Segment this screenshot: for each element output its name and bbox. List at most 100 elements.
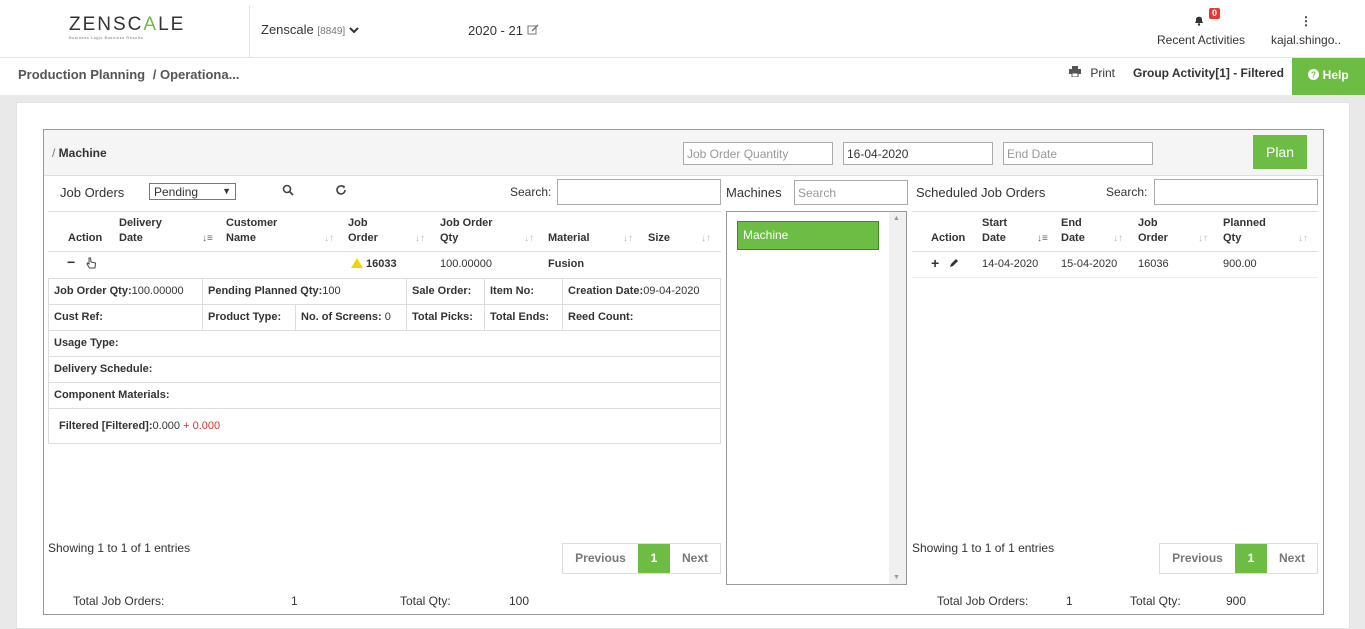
- col-customer-name[interactable]: Customer Name: [226, 216, 277, 246]
- search-icon[interactable]: [282, 184, 294, 199]
- col-job-order[interactable]: Job Order: [1138, 216, 1168, 246]
- job-orders-pagination: Previous 1 Next: [562, 543, 721, 574]
- col-end-date[interactable]: End Date: [1061, 216, 1085, 246]
- status-select[interactable]: Pending ▼: [149, 183, 236, 200]
- panel-title: / Machine: [52, 146, 107, 160]
- help-button[interactable]: ? Help: [1292, 58, 1365, 95]
- refresh-icon[interactable]: [335, 184, 347, 199]
- pencil-icon[interactable]: [949, 258, 959, 271]
- sort-desc-icon[interactable]: ↓≡: [202, 233, 213, 244]
- breadcrumb: Production Planning / Operationa...: [18, 67, 239, 82]
- job-order-qty-cell: 100.00000: [440, 258, 492, 270]
- scroll-up-icon[interactable]: ▲: [893, 215, 900, 222]
- page-1-button[interactable]: 1: [1235, 544, 1267, 573]
- sort-icon[interactable]: ↓↑: [524, 233, 534, 244]
- hand-pointer-icon[interactable]: [86, 257, 97, 272]
- scheduled-pagination: Previous 1 Next: [1159, 543, 1318, 574]
- divider: [720, 278, 721, 444]
- scheduled-showing: Showing 1 to 1 of 1 entries: [912, 541, 1055, 555]
- planned-qty-cell: 900.00: [1223, 258, 1257, 270]
- detail-product-type: Product Type:: [208, 311, 282, 323]
- kebab-menu-icon[interactable]: ⋮: [1300, 14, 1312, 28]
- start-date-cell: 14-04-2020: [982, 258, 1039, 270]
- col-action: Action: [68, 232, 103, 244]
- logo-tagline: Business Logic Business Results: [69, 35, 144, 40]
- sort-icon[interactable]: ↓↑: [1198, 233, 1208, 244]
- sort-icon[interactable]: ↓↑: [1113, 233, 1123, 244]
- machines-scrollbar[interactable]: ▲ ▼: [889, 212, 906, 584]
- year-selector[interactable]: 2020 - 21: [468, 23, 539, 38]
- previous-button[interactable]: Previous: [1160, 544, 1235, 573]
- user-name[interactable]: kajal.shingo..: [1271, 33, 1341, 47]
- col-delivery-date[interactable]: Delivery Date: [119, 216, 162, 246]
- col-size[interactable]: Size: [648, 231, 670, 246]
- print-button[interactable]: Print: [1069, 66, 1115, 80]
- divider: [48, 304, 721, 305]
- group-activity[interactable]: Group Activity[1] - Filtered: [1133, 66, 1284, 80]
- detail-usage-type: Usage Type:: [54, 337, 119, 349]
- top-bar: ZENSCALE Business Logic Business Results…: [0, 0, 1365, 58]
- detail-creation-date: Creation Date:09-04-2020: [568, 285, 700, 297]
- sort-icon[interactable]: ↓↑: [415, 233, 425, 244]
- col-planned-qty[interactable]: Planned Qty: [1223, 216, 1266, 246]
- divider: [48, 382, 721, 383]
- sort-icon[interactable]: ↓↑: [324, 233, 334, 244]
- divider: [48, 443, 721, 444]
- previous-button[interactable]: Previous: [563, 544, 638, 573]
- next-button[interactable]: Next: [1267, 544, 1317, 573]
- company-code: [8849]: [317, 26, 346, 37]
- plan-button[interactable]: Plan: [1253, 135, 1307, 169]
- col-job-order[interactable]: Job Order: [348, 216, 378, 246]
- machine-item[interactable]: Machine: [737, 221, 879, 250]
- breadcrumb-production-planning[interactable]: Production Planning: [18, 67, 145, 82]
- job-order-cell[interactable]: 16033: [351, 258, 397, 270]
- chevron-down-icon: [349, 22, 359, 37]
- detail-item-no: Item No:: [490, 285, 534, 297]
- divider: [912, 277, 1318, 278]
- notification-badge: 0: [1209, 8, 1221, 19]
- page-1-button[interactable]: 1: [638, 544, 670, 573]
- job-orders-title: Job Orders: [60, 185, 125, 200]
- total-qty-value: 100: [509, 594, 530, 608]
- total-job-orders-label: Total Job Orders:: [73, 594, 165, 608]
- recent-activities-link[interactable]: Recent Activities: [1157, 33, 1245, 47]
- sort-icon[interactable]: ↓↑: [701, 233, 711, 244]
- machines-search-input[interactable]: [794, 180, 908, 205]
- next-button[interactable]: Next: [670, 544, 720, 573]
- divider: [48, 408, 721, 409]
- end-date-input[interactable]: [1003, 142, 1153, 165]
- detail-reed-count: Reed Count:: [568, 311, 634, 323]
- job-order-cell[interactable]: 16036: [1138, 258, 1169, 270]
- company-selector[interactable]: Zenscale [8849]: [261, 22, 359, 37]
- scheduled-total-label: Total Job Orders:: [937, 594, 1029, 608]
- job-orders-search-input[interactable]: [557, 179, 721, 205]
- edit-icon[interactable]: [527, 23, 539, 38]
- end-date-cell: 15-04-2020: [1061, 258, 1118, 270]
- sort-desc-icon[interactable]: ↓≡: [1037, 233, 1048, 244]
- start-date-input[interactable]: [843, 142, 993, 165]
- machines-title: Machines: [726, 185, 782, 200]
- col-start-date[interactable]: Start Date: [982, 216, 1007, 246]
- company-name: Zenscale: [261, 22, 314, 37]
- warning-icon: [351, 258, 363, 268]
- collapse-icon[interactable]: −: [67, 254, 75, 270]
- sort-icon[interactable]: ↓↑: [623, 233, 633, 244]
- bell-icon[interactable]: [1193, 14, 1205, 26]
- question-circle-icon: ?: [1308, 68, 1322, 82]
- job-order-quantity-input[interactable]: [683, 142, 833, 165]
- scroll-down-icon[interactable]: ▼: [893, 574, 900, 581]
- detail-pending-planned: Pending Planned Qty:100: [208, 285, 341, 297]
- add-icon[interactable]: +: [931, 255, 939, 271]
- scheduled-search-input[interactable]: [1154, 179, 1318, 205]
- material-cell: Fusion: [548, 258, 585, 270]
- sub-bar: Production Planning / Operationa... Prin…: [0, 58, 1365, 95]
- scheduled-title: Scheduled Job Orders: [916, 185, 1046, 200]
- logo[interactable]: ZENSCALE: [69, 14, 185, 36]
- col-job-order-qty[interactable]: Job Order Qty: [440, 216, 493, 246]
- fiscal-year: 2020 - 21: [468, 23, 523, 38]
- col-material[interactable]: Material: [548, 231, 590, 246]
- scheduled-total-qty-value: 900: [1226, 594, 1247, 608]
- breadcrumb-operations[interactable]: / Operationa...: [153, 67, 240, 82]
- sort-icon[interactable]: ↓↑: [1298, 233, 1308, 244]
- divider: [48, 278, 721, 279]
